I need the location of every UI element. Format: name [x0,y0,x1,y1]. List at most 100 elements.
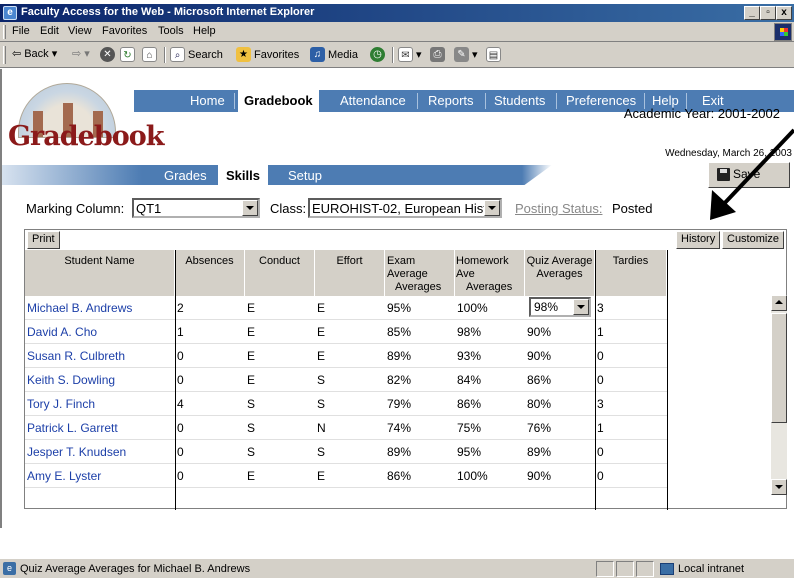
exam-cell[interactable]: 89% [387,445,411,459]
exam-cell[interactable]: 89% [387,349,411,363]
favorites-button[interactable]: ★ Favorites [236,47,299,62]
col-homework-average[interactable]: Homework Ave Averages [455,250,525,296]
quiz-cell[interactable]: 76% [527,421,551,435]
exam-cell[interactable]: 85% [387,325,411,339]
home-button[interactable]: ⌂ [142,47,157,62]
exam-cell[interactable]: 86% [387,469,411,483]
mail-button[interactable]: ✉ ▾ [398,47,422,62]
student-name-link[interactable]: Patrick L. Garrett [27,421,118,435]
tardies-cell[interactable]: 1 [597,421,604,435]
tardies-cell[interactable]: 0 [597,373,604,387]
menu-file[interactable]: File [12,25,30,37]
search-button[interactable]: ⌕ Search [170,47,223,62]
media-button[interactable]: ♫ Media [310,47,358,62]
homework-cell[interactable]: 100% [457,469,488,483]
homework-cell[interactable]: 100% [457,301,488,315]
homework-cell[interactable]: 84% [457,373,481,387]
effort-cell[interactable]: E [317,301,325,315]
student-name-link[interactable]: Michael B. Andrews [27,301,132,315]
conduct-cell[interactable]: S [247,445,255,459]
conduct-cell[interactable]: S [247,397,255,411]
print-button[interactable]: Print [27,231,60,249]
tardies-cell[interactable]: 3 [597,397,604,411]
conduct-cell[interactable]: S [247,421,255,435]
quiz-cell[interactable]: 90% [527,325,551,339]
discuss-button[interactable]: ▤ [486,47,501,62]
effort-cell[interactable]: N [317,421,326,435]
col-exam-average[interactable]: Exam Average Averages [385,250,455,296]
tab-skills[interactable]: Skills [218,165,268,185]
col-quiz-average[interactable]: Quiz Average Averages [525,250,595,296]
col-student-name[interactable]: Student Name [25,250,175,296]
homework-cell[interactable]: 95% [457,445,481,459]
menu-help[interactable]: Help [193,25,216,37]
edit-toolbar-button[interactable]: ✎ ▾ [454,47,478,62]
conduct-cell[interactable]: E [247,349,255,363]
maximize-button[interactable]: ▫ [760,6,776,20]
nav-home[interactable]: Home [190,93,225,108]
tab-setup[interactable]: Setup [288,168,322,183]
conduct-cell[interactable]: E [247,301,255,315]
close-button[interactable]: x [776,6,792,20]
homework-cell[interactable]: 75% [457,421,481,435]
effort-cell[interactable]: E [317,325,325,339]
nav-students[interactable]: Students [494,93,545,108]
tardies-cell[interactable]: 1 [597,325,604,339]
tardies-cell[interactable]: 3 [597,301,604,315]
conduct-cell[interactable]: E [247,325,255,339]
absences-cell[interactable]: 1 [177,325,184,339]
absences-cell[interactable]: 0 [177,373,184,387]
student-name-link[interactable]: David A. Cho [27,325,97,339]
col-tardies[interactable]: Tardies [595,250,667,296]
posting-status-link[interactable]: Posting Status: [515,201,602,216]
conduct-cell[interactable]: E [247,373,255,387]
effort-cell[interactable]: E [317,349,325,363]
quiz-average-select[interactable]: 98% [529,297,591,317]
stop-button[interactable]: ✕ [100,47,115,62]
tardies-cell[interactable]: 0 [597,469,604,483]
class-select[interactable]: EUROHIST-02, European History [308,198,502,218]
nav-gradebook[interactable]: Gradebook [238,90,319,112]
absences-cell[interactable]: 0 [177,421,184,435]
scroll-down-button[interactable] [771,479,787,495]
col-conduct[interactable]: Conduct [245,250,315,296]
back-button[interactable]: ⇦ Back ▾ [12,47,57,61]
history-toolbar-button[interactable]: ◷ [370,47,385,62]
marking-column-select[interactable]: QT1 [132,198,260,218]
col-absences[interactable]: Absences [175,250,245,296]
quiz-cell[interactable]: 90% [527,349,551,363]
forward-button[interactable]: ⇨ ▾ [72,47,90,60]
scroll-up-button[interactable] [771,295,787,311]
quiz-cell[interactable]: 86% [527,373,551,387]
history-button[interactable]: History [676,231,721,249]
student-name-link[interactable]: Susan R. Culbreth [27,349,125,363]
menu-tools[interactable]: Tools [158,25,184,37]
student-name-link[interactable]: Jesper T. Knudsen [27,445,126,459]
quiz-cell[interactable]: 90% [527,469,551,483]
effort-cell[interactable]: E [317,469,325,483]
absences-cell[interactable]: 2 [177,301,184,315]
absences-cell[interactable]: 0 [177,469,184,483]
menu-edit[interactable]: Edit [40,25,59,37]
homework-cell[interactable]: 86% [457,397,481,411]
student-name-link[interactable]: Tory J. Finch [27,397,95,411]
nav-attendance[interactable]: Attendance [340,93,406,108]
exam-cell[interactable]: 95% [387,301,411,315]
absences-cell[interactable]: 0 [177,445,184,459]
tardies-cell[interactable]: 0 [597,445,604,459]
student-name-link[interactable]: Amy E. Lyster [27,469,101,483]
grid-scrollbar[interactable] [771,295,787,495]
quiz-cell[interactable]: 80% [527,397,551,411]
menu-favorites[interactable]: Favorites [102,25,147,37]
effort-cell[interactable]: S [317,397,325,411]
print-toolbar-button[interactable]: ⎙ [430,47,445,62]
homework-cell[interactable]: 93% [457,349,481,363]
student-name-link[interactable]: Keith S. Dowling [27,373,115,387]
tab-grades[interactable]: Grades [164,168,207,183]
customize-button[interactable]: Customize [722,231,784,249]
homework-cell[interactable]: 98% [457,325,481,339]
nav-reports[interactable]: Reports [428,93,474,108]
minimize-button[interactable]: _ [744,6,760,20]
scroll-thumb[interactable] [771,313,787,423]
effort-cell[interactable]: S [317,445,325,459]
